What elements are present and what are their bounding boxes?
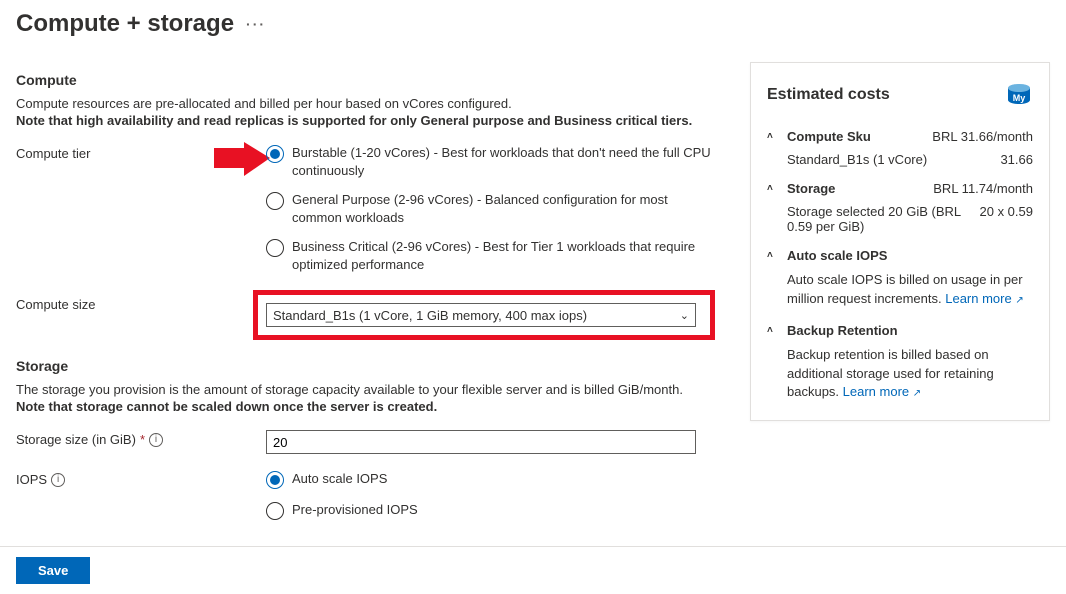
compute-size-highlight: Standard_B1s (1 vCore, 1 GiB memory, 400… [253,290,715,340]
arrow-annotation-icon [214,142,270,176]
storage-size-input[interactable] [266,430,696,454]
compute-size-select[interactable]: Standard_B1s (1 vCore, 1 GiB memory, 400… [266,303,696,327]
iops-auto-scale[interactable]: Auto scale IOPS [266,470,730,489]
compute-heading: Compute [16,72,730,88]
cost-storage-total: BRL 11.74/month [933,181,1033,196]
cost-backup-header[interactable]: ˄ Backup Retention [767,323,1033,338]
chevron-up-icon: ˄ [767,131,781,142]
cost-backup-link[interactable]: Learn more ↗ [843,384,922,399]
cost-iops-header[interactable]: ˄ Auto scale IOPS [767,248,1033,263]
main-column: Compute Compute resources are pre-alloca… [16,44,730,520]
iops-group: Auto scale IOPS Pre-provisioned IOPS [266,470,730,520]
cost-iops-body: Auto scale IOPS is billed on usage in pe… [767,263,1033,309]
cost-sku-line-value: 31.66 [1000,152,1033,167]
radio-label: General Purpose (2-96 vCores) - Balanced… [292,191,712,226]
info-icon[interactable]: i [51,473,65,487]
cost-backup-title: Backup Retention [787,323,898,338]
estimated-costs-card: Estimated costs My ˄ Compute Sku BRL 31.… [750,62,1050,421]
cost-section-storage: ˄ Storage BRL 11.74/month Storage select… [767,181,1033,234]
chevron-up-icon: ˄ [767,183,781,194]
radio-icon [266,145,284,163]
page-header: Compute + storage ··· [0,0,1066,44]
compute-tier-business[interactable]: Business Critical (2-96 vCores) - Best f… [266,238,730,273]
mysql-icon: My [1005,81,1033,109]
compute-tier-general[interactable]: General Purpose (2-96 vCores) - Balanced… [266,191,730,226]
cost-section-sku: ˄ Compute Sku BRL 31.66/month Standard_B… [767,129,1033,167]
chevron-down-icon: ⌄ [680,309,689,322]
info-icon[interactable]: i [149,433,163,447]
iops-label-text: IOPS [16,472,47,487]
cost-storage-header[interactable]: ˄ Storage BRL 11.74/month [767,181,1033,196]
cost-sku-header[interactable]: ˄ Compute Sku BRL 31.66/month [767,129,1033,144]
svg-text:My: My [1013,93,1026,103]
cost-sku-total: BRL 31.66/month [932,129,1033,144]
cost-storage-title: Storage [787,181,835,196]
page-title: Compute + storage [16,10,234,38]
compute-tier-group: Burstable (1-20 vCores) - Best for workl… [266,144,730,273]
cost-section-iops: ˄ Auto scale IOPS Auto scale IOPS is bil… [767,248,1033,309]
radio-icon [266,471,284,489]
cost-sku-title: Compute Sku [787,129,871,144]
external-link-icon: ↗ [1015,295,1023,306]
iops-label: IOPS i [16,470,266,487]
compute-size-label: Compute size [16,295,266,312]
compute-desc1: Compute resources are pre-allocated and … [16,96,730,111]
cost-iops-title: Auto scale IOPS [787,248,887,263]
save-button[interactable]: Save [16,557,90,584]
radio-icon [266,239,284,257]
compute-tier-burstable[interactable]: Burstable (1-20 vCores) - Best for workl… [266,144,730,179]
chevron-up-icon: ˄ [767,250,781,261]
storage-desc1: The storage you provision is the amount … [16,382,730,397]
required-asterisk: * [140,432,145,447]
storage-size-label-text: Storage size (in GiB) [16,432,136,447]
compute-desc2: Note that high availability and read rep… [16,113,730,128]
radio-label: Auto scale IOPS [292,470,387,488]
cost-section-backup: ˄ Backup Retention Backup retention is b… [767,323,1033,403]
cost-storage-line-label: Storage selected 20 GiB (BRL 0.59 per Gi… [787,204,967,234]
radio-label: Burstable (1-20 vCores) - Best for workl… [292,144,712,179]
radio-icon [266,502,284,520]
footer: Save [0,546,1066,594]
chevron-up-icon: ˄ [767,325,781,336]
external-link-icon: ↗ [913,388,921,399]
storage-heading: Storage [16,358,730,374]
storage-size-label: Storage size (in GiB) * i [16,430,266,447]
cost-iops-link[interactable]: Learn more ↗ [945,291,1024,306]
radio-label: Business Critical (2-96 vCores) - Best f… [292,238,712,273]
cost-backup-body: Backup retention is billed based on addi… [767,338,1033,403]
costs-title: Estimated costs [767,86,890,104]
storage-desc2: Note that storage cannot be scaled down … [16,399,730,414]
radio-icon [266,192,284,210]
more-icon[interactable]: ··· [246,16,266,32]
compute-size-value: Standard_B1s (1 vCore, 1 GiB memory, 400… [273,308,587,323]
cost-sku-line-label: Standard_B1s (1 vCore) [787,152,927,167]
cost-storage-line-value: 20 x 0.59 [980,204,1034,234]
iops-pre-provisioned[interactable]: Pre-provisioned IOPS [266,501,730,520]
radio-label: Pre-provisioned IOPS [292,501,418,519]
